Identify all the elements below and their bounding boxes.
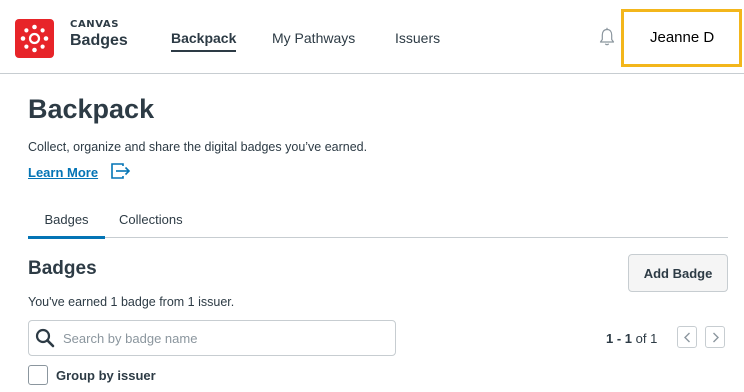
section-title: Badges <box>28 258 97 279</box>
logo-badges-text: Badges <box>70 32 128 49</box>
chevron-right-icon <box>713 332 719 343</box>
tab-badges[interactable]: Badges <box>28 212 105 239</box>
user-name: Jeanne D <box>650 29 715 46</box>
group-by-issuer-checkbox[interactable] <box>28 365 48 385</box>
group-by-issuer-label[interactable]: Group by issuer <box>56 368 156 383</box>
nav-issuers[interactable]: Issuers <box>395 30 440 46</box>
previous-page-button[interactable] <box>677 326 697 348</box>
logo-canvas-text: CANVAS <box>70 19 120 30</box>
canvas-logo-icon[interactable] <box>15 19 54 58</box>
nav-backpack[interactable]: Backpack <box>171 30 237 52</box>
nav-my-pathways[interactable]: My Pathways <box>272 30 355 46</box>
pagination-range: 1 - 1 <box>606 331 633 346</box>
search-icon <box>35 328 55 348</box>
user-menu[interactable]: Jeanne D <box>621 9 742 67</box>
search-input[interactable] <box>63 322 383 354</box>
bell-icon[interactable] <box>599 27 615 47</box>
tab-list: Badges Collections <box>28 212 728 239</box>
add-badge-button[interactable]: Add Badge <box>628 254 728 292</box>
learn-more-link[interactable]: Learn More <box>28 165 98 180</box>
pagination-total: of 1 <box>635 331 658 346</box>
next-page-button[interactable] <box>705 326 725 348</box>
chevron-left-icon <box>684 332 690 343</box>
pagination-status: 1 - 1 of 1 <box>606 331 657 346</box>
external-link-icon[interactable] <box>110 162 132 180</box>
search-field[interactable] <box>28 320 396 356</box>
page-subtitle: Collect, organize and share the digital … <box>28 140 368 154</box>
earned-summary: You've earned 1 badge from 1 issuer. <box>28 295 235 309</box>
logo-wordmark[interactable]: CANVAS Badges <box>70 20 128 49</box>
page-title: Backpack <box>28 94 155 124</box>
tab-collections[interactable]: Collections <box>119 212 183 238</box>
top-header: CANVAS Badges Backpack My Pathways Issue… <box>0 0 744 74</box>
